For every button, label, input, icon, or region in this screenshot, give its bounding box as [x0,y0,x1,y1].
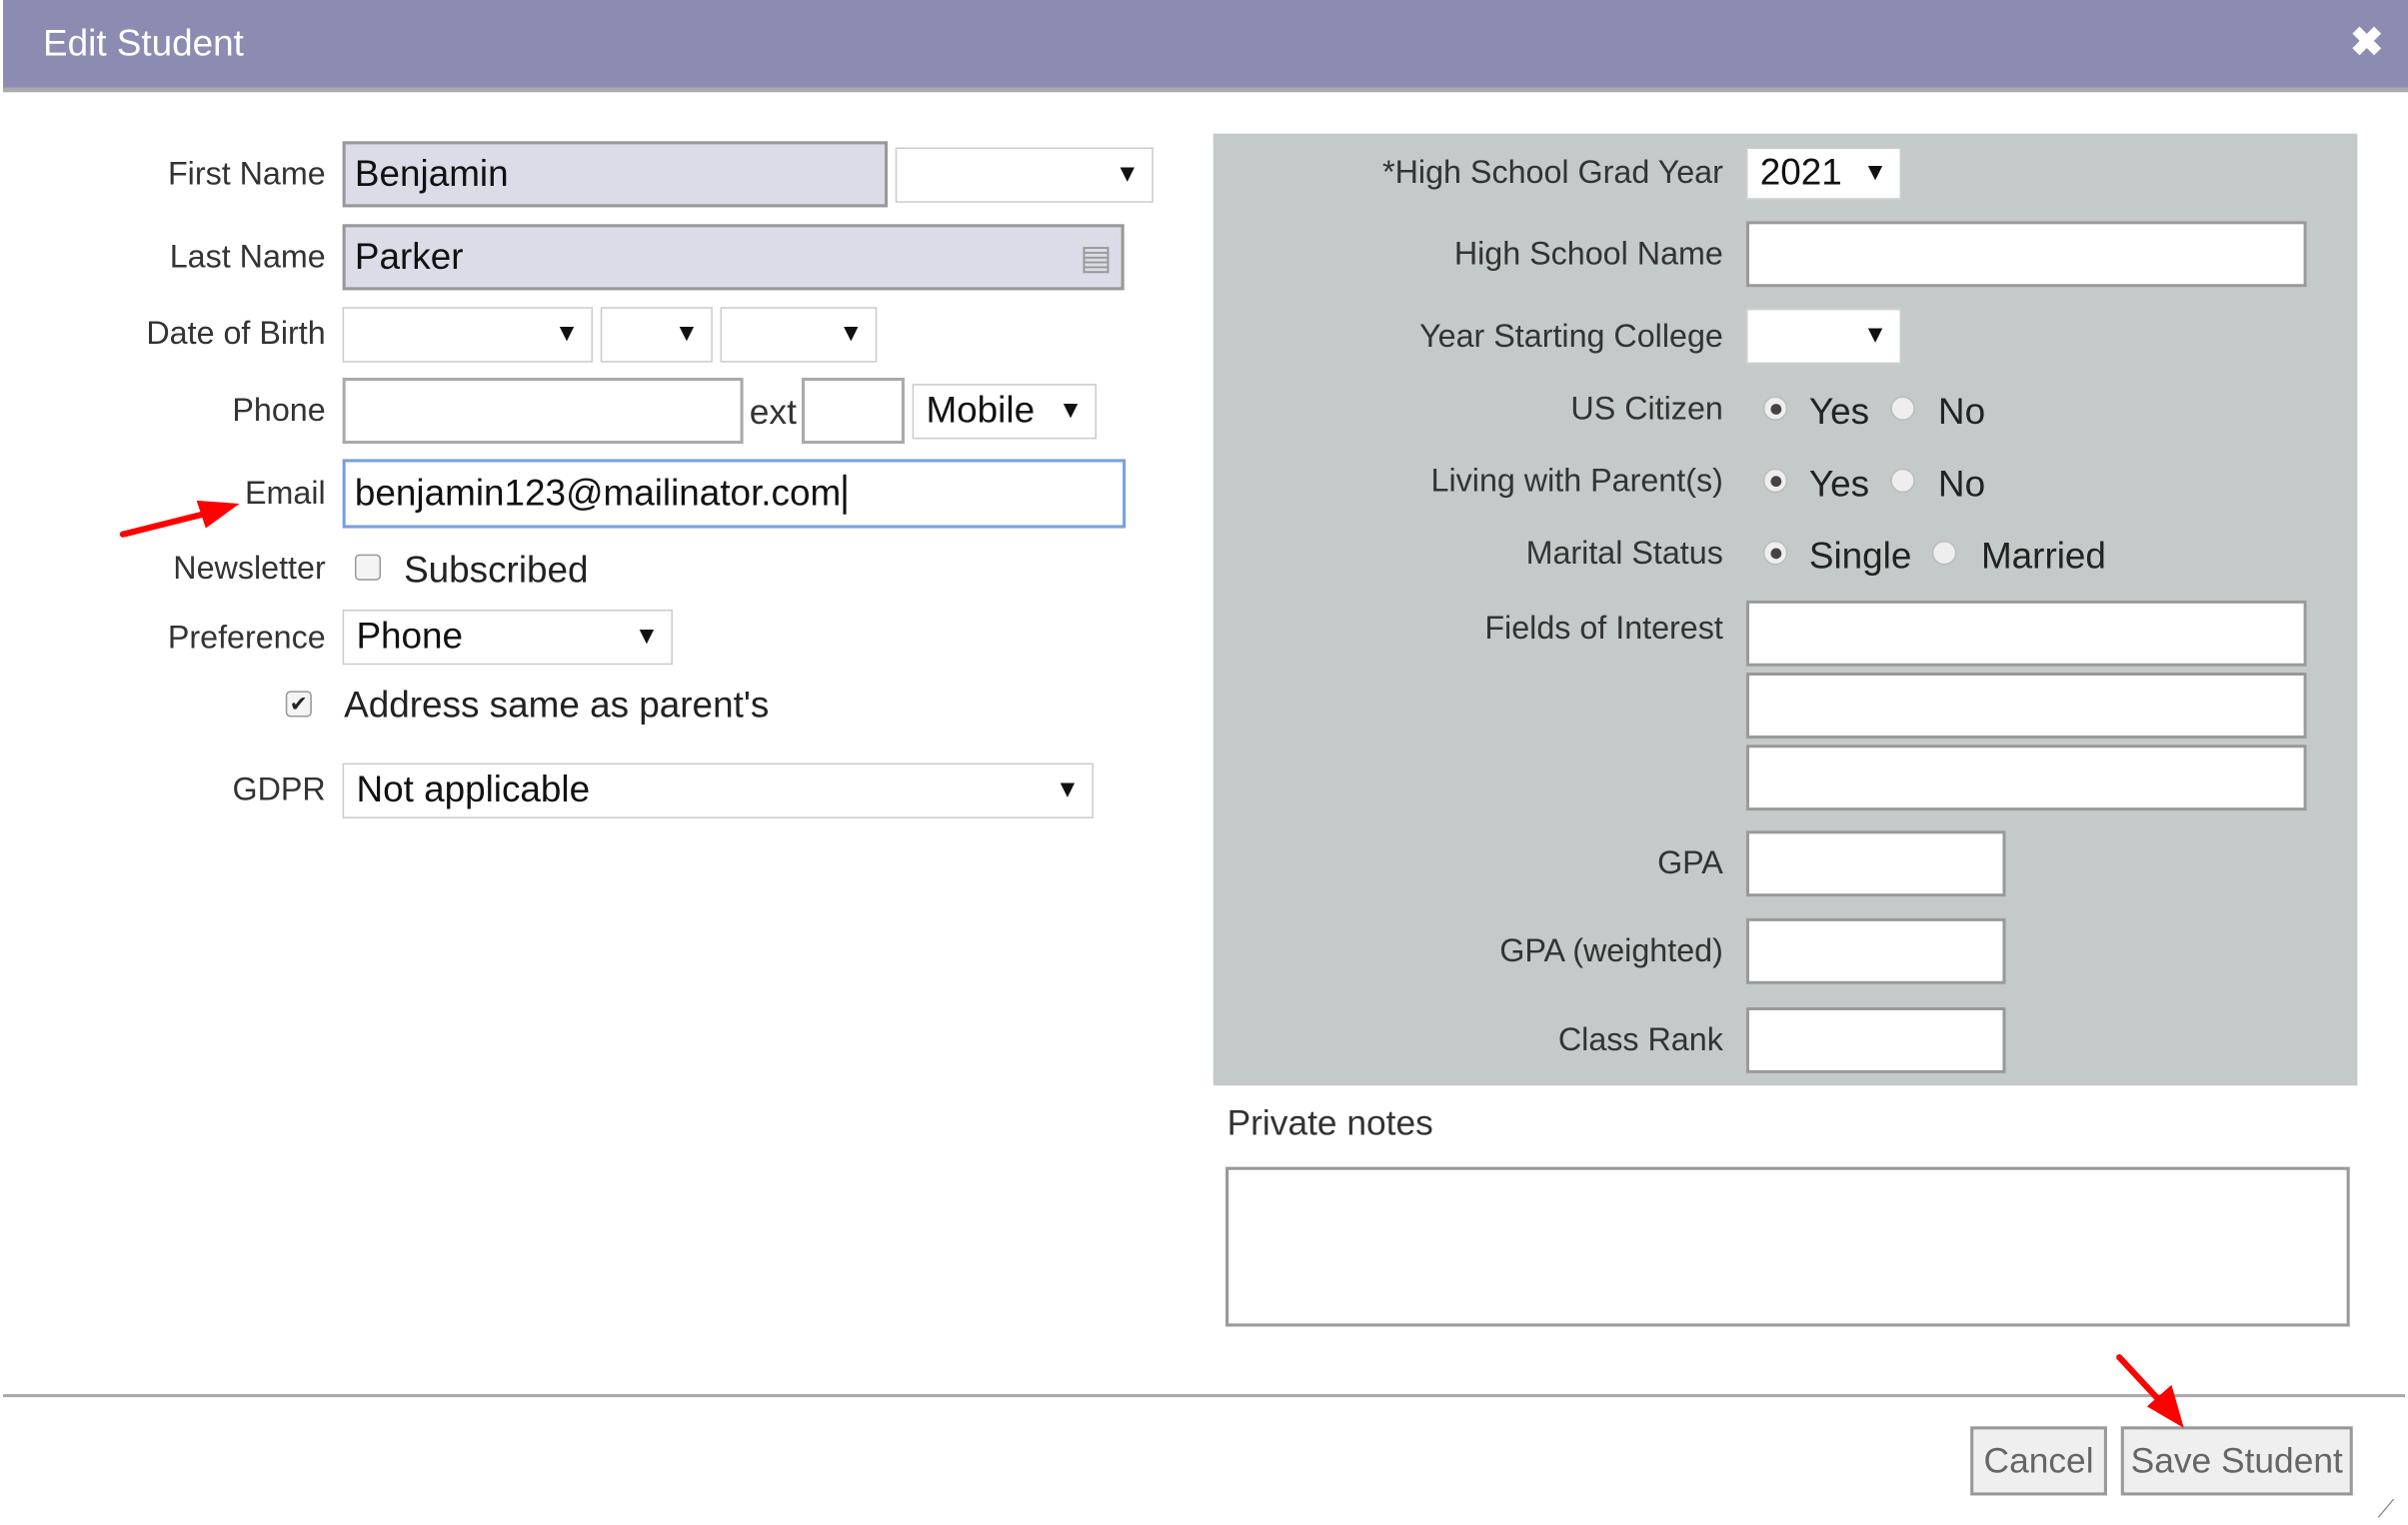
dob-month-select[interactable]: ▼ [342,307,594,363]
private-notes-textarea[interactable] [1225,1166,2350,1327]
marital-married-label: Married [1980,536,2106,578]
newsletter-label: Newsletter [173,551,326,587]
phone-ext-input[interactable] [802,377,905,445]
annotation-arrow-save [2116,1354,2184,1428]
name-suffix-select[interactable]: ▼ [895,147,1154,203]
ext-label: ext [749,391,797,432]
text-cursor [842,473,846,514]
phone-type-value: Mobile [926,390,1036,432]
last-name-value: Parker [354,235,464,278]
us-citizen-no-label: No [1937,391,1986,434]
living-parents-yes-radio[interactable] [1762,468,1788,494]
newsletter-checkbox[interactable] [354,554,382,581]
preference-value: Phone [356,616,464,658]
gpa-weighted-label: GPA (weighted) [1499,933,1723,969]
class-rank-label: Class Rank [1557,1022,1723,1058]
living-parents-no-label: No [1937,463,1986,506]
marital-single-label: Single [1808,536,1912,578]
preference-label: Preference [167,620,326,657]
interest-input-2[interactable] [1745,672,2307,740]
us-citizen-no-radio[interactable] [1890,396,1915,421]
edit-student-dialog: Edit Student ✖ First Name Benjamin ▼ Las… [0,0,2408,1525]
gpa-label: GPA [1657,845,1723,881]
marital-label: Marital Status [1525,536,1723,572]
dob-label: Date of Birth [146,316,326,352]
cancel-button[interactable]: Cancel [1970,1426,2107,1496]
last-name-input[interactable]: Parker ▤ [342,224,1125,291]
us-citizen-yes-radio[interactable] [1762,396,1788,421]
gpa-input[interactable] [1745,830,2006,897]
first-name-label: First Name [167,156,326,193]
chevron-down-icon: ▼ [839,321,864,348]
chevron-down-icon: ▼ [1058,397,1084,425]
dob-day-select[interactable]: ▼ [600,307,713,363]
grad-year-label: *High School Grad Year [1382,155,1723,191]
chevron-down-icon: ▼ [1055,776,1081,803]
gdpr-value: Not applicable [356,768,591,811]
chevron-down-icon: ▼ [1862,322,1888,349]
annotation-arrow-email [119,500,240,538]
gdpr-label: GDPR [232,771,326,808]
living-parents-label: Living with Parent(s) [1430,463,1723,500]
living-parents-no-radio[interactable] [1890,468,1915,494]
last-name-label: Last Name [169,239,326,276]
email-input[interactable]: benjamin123@mailinator.com [342,459,1127,529]
close-icon[interactable]: ✖ [2350,18,2383,66]
resize-grip-icon[interactable]: ⟋ [2377,1497,2394,1525]
chevron-down-icon: ▼ [554,321,580,348]
address-same-checkbox[interactable]: ✔ [285,691,312,718]
phone-input[interactable] [342,377,744,445]
interest-input-1[interactable] [1745,600,2307,667]
dob-year-select[interactable]: ▼ [720,307,878,363]
grad-year-value: 2021 [1759,152,1842,194]
address-same-label: Address same as parent's [344,685,770,727]
dialog-title: Edit Student [43,23,244,65]
footer-divider [3,1394,2406,1398]
gdpr-select[interactable]: Not applicable ▼ [342,762,1094,818]
private-notes-label: Private notes [1226,1102,1433,1143]
dialog-header: Edit Student ✖ [3,0,2408,93]
living-parents-yes-label: Yes [1808,463,1870,506]
year-college-select[interactable]: ▼ [1745,308,1902,365]
us-citizen-label: US Citizen [1570,391,1723,428]
chevron-down-icon: ▼ [634,623,660,650]
preference-select[interactable]: Phone ▼ [342,609,673,666]
year-college-label: Year Starting College [1419,319,1723,355]
newsletter-option-label: Subscribed [404,550,589,592]
marital-single-radio[interactable] [1762,540,1788,566]
interests-label: Fields of Interest [1484,611,1723,647]
interest-input-3[interactable] [1745,745,2307,811]
phone-type-select[interactable]: Mobile ▼ [912,384,1097,440]
grad-year-select[interactable]: 2021 ▼ [1745,147,1902,200]
first-name-input[interactable]: Benjamin [342,141,889,208]
chevron-down-icon: ▼ [1862,159,1888,186]
us-citizen-yes-label: Yes [1808,391,1870,434]
chevron-down-icon: ▼ [674,321,700,348]
email-value: benjamin123@mailinator.com [354,472,842,514]
gpa-weighted-input[interactable] [1745,917,2006,984]
save-student-button[interactable]: Save Student [2120,1426,2353,1496]
chevron-down-icon: ▼ [1115,161,1141,188]
hs-name-label: High School Name [1453,236,1723,272]
class-rank-input[interactable] [1745,1006,2006,1073]
contact-card-icon[interactable]: ▤ [1080,237,1112,277]
marital-married-radio[interactable] [1931,540,1957,566]
phone-label: Phone [232,393,326,429]
hs-name-input[interactable] [1745,221,2307,288]
